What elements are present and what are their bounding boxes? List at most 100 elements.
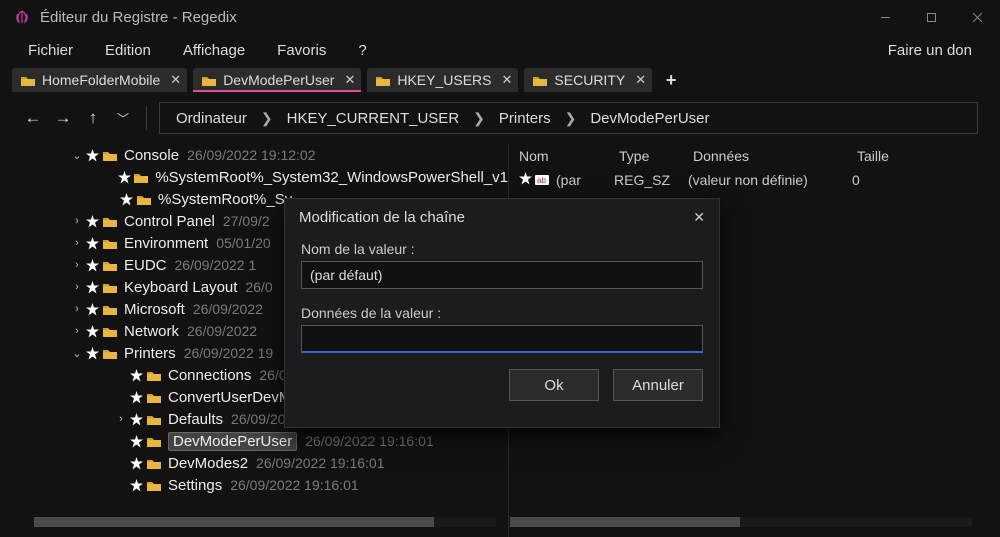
col-type[interactable]: Type <box>619 148 693 164</box>
folder-icon <box>102 281 118 294</box>
chevron-right-icon: ❯ <box>469 110 489 127</box>
tree-item[interactable]: %SystemRoot%_System32_WindowsPowerShell_… <box>12 166 508 188</box>
star-icon[interactable] <box>128 435 144 448</box>
values-hscrollbar[interactable] <box>510 517 972 527</box>
star-icon <box>519 172 532 188</box>
tab-hkey_users[interactable]: HKEY_USERS✕ <box>367 68 518 92</box>
tab-label: SECURITY <box>554 72 625 88</box>
expand-toggle-icon[interactable] <box>104 171 117 183</box>
dialog-close-button[interactable]: ✕ <box>693 209 705 226</box>
nav-forward-button[interactable]: → <box>52 108 74 128</box>
new-tab-button[interactable]: + <box>658 70 678 91</box>
star-icon[interactable] <box>128 413 144 426</box>
star-icon[interactable] <box>128 457 144 470</box>
tree-item[interactable]: Settings26/09/2022 19:16:01 <box>12 474 508 496</box>
nav-back-button[interactable]: ← <box>22 108 44 128</box>
expand-toggle-icon[interactable]: › <box>70 259 84 271</box>
expand-toggle-icon[interactable] <box>114 479 128 491</box>
expand-toggle-icon[interactable]: › <box>70 303 84 315</box>
dialog-title: Modification de la chaîne <box>299 209 465 226</box>
nav-history-button[interactable]: ﹀ <box>112 110 134 127</box>
maximize-button[interactable] <box>908 0 954 34</box>
expand-toggle-icon[interactable]: › <box>70 281 84 293</box>
menu-edit[interactable]: Edition <box>89 38 167 63</box>
tab-homefoldermobile[interactable]: HomeFolderMobile✕ <box>12 68 187 92</box>
star-icon[interactable] <box>84 281 100 294</box>
chevron-right-icon: ❯ <box>561 110 581 127</box>
breadcrumb-item[interactable]: HKEY_CURRENT_USER <box>283 108 464 129</box>
tree-item-label: %SystemRoot%_Sy <box>158 191 292 208</box>
folder-icon <box>146 435 162 448</box>
cancel-button[interactable]: Annuler <box>613 369 703 401</box>
folder-icon <box>146 391 162 404</box>
star-icon[interactable] <box>128 391 144 404</box>
star-icon[interactable] <box>84 259 100 272</box>
expand-toggle-icon[interactable]: › <box>70 325 84 337</box>
donate-link[interactable]: Faire un don <box>872 38 988 63</box>
star-icon[interactable] <box>84 347 100 360</box>
star-icon[interactable] <box>84 325 100 338</box>
menu-favorites[interactable]: Favoris <box>261 38 342 63</box>
star-icon[interactable] <box>118 193 134 206</box>
expand-toggle-icon[interactable]: › <box>114 413 128 425</box>
tree-item[interactable]: DevModePerUser26/09/2022 19:16:01 <box>12 430 508 452</box>
value-name-input[interactable] <box>301 261 703 289</box>
expand-toggle-icon[interactable] <box>114 369 128 381</box>
value-name: (par <box>556 172 614 188</box>
menu-view[interactable]: Affichage <box>167 38 261 63</box>
star-icon[interactable] <box>128 479 144 492</box>
expand-toggle-icon[interactable]: ⌄ <box>70 347 84 360</box>
folder-icon <box>102 215 118 228</box>
folder-icon <box>20 74 36 87</box>
star-icon[interactable] <box>117 171 132 184</box>
tree-hscrollbar[interactable] <box>34 517 496 527</box>
tree-item-label: %SystemRoot%_System32_WindowsPowerShell_… <box>155 169 508 186</box>
nav-up-button[interactable]: ↑ <box>82 108 104 128</box>
star-icon[interactable] <box>84 237 100 250</box>
tab-close-button[interactable]: ✕ <box>502 72 513 88</box>
tree-item-timestamp: 26/09/2022 19:16:01 <box>256 455 384 471</box>
star-icon[interactable] <box>84 303 100 316</box>
value-type: REG_SZ <box>614 172 688 188</box>
tree-item-timestamp: 26/09/2022 <box>187 323 257 339</box>
breadcrumb-bar[interactable]: Ordinateur ❯ HKEY_CURRENT_USER ❯ Printers ❯ De… <box>159 102 978 134</box>
col-size[interactable]: Taille <box>857 148 988 164</box>
expand-toggle-icon[interactable] <box>104 193 118 205</box>
breadcrumb-item[interactable]: Ordinateur <box>172 108 251 129</box>
minimize-button[interactable] <box>862 0 908 34</box>
folder-icon <box>146 457 162 470</box>
tree-item-timestamp: 26/0 <box>245 279 272 295</box>
expand-toggle-icon[interactable]: ⌄ <box>70 149 84 162</box>
tab-devmodeperuser[interactable]: DevModePerUser✕ <box>193 68 361 92</box>
expand-toggle-icon[interactable] <box>114 457 128 469</box>
col-data[interactable]: Données <box>693 148 857 164</box>
folder-icon <box>146 479 162 492</box>
tab-close-button[interactable]: ✕ <box>635 72 646 88</box>
expand-toggle-icon[interactable]: › <box>70 237 84 249</box>
value-row[interactable]: ab (par REG_SZ (valeur non définie) 0 <box>509 168 988 192</box>
tab-bar: HomeFolderMobile✕DevModePerUser✕HKEY_USE… <box>0 66 1000 94</box>
breadcrumb-item[interactable]: Printers <box>495 108 555 129</box>
expand-toggle-icon[interactable] <box>114 391 128 403</box>
star-icon[interactable] <box>84 215 100 228</box>
tree-item[interactable]: DevModes226/09/2022 19:16:01 <box>12 452 508 474</box>
tree-item-label: Keyboard Layout <box>124 279 237 296</box>
ok-button[interactable]: Ok <box>509 369 599 401</box>
menu-help[interactable]: ? <box>342 38 382 63</box>
chevron-right-icon: ❯ <box>257 110 277 127</box>
folder-icon <box>102 325 118 338</box>
tab-close-button[interactable]: ✕ <box>344 72 355 88</box>
tab-security[interactable]: SECURITY ✕ <box>524 68 652 92</box>
star-icon[interactable] <box>84 149 100 162</box>
tree-item[interactable]: ⌄Console26/09/2022 19:12:02 <box>12 144 508 166</box>
expand-toggle-icon[interactable]: › <box>70 215 84 227</box>
value-data: (valeur non définie) <box>688 172 852 188</box>
expand-toggle-icon[interactable] <box>114 435 128 447</box>
menu-file[interactable]: Fichier <box>12 38 89 63</box>
breadcrumb-item[interactable]: DevModePerUser <box>586 108 713 129</box>
value-data-input[interactable] <box>301 325 703 353</box>
star-icon[interactable] <box>128 369 144 382</box>
tab-close-button[interactable]: ✕ <box>170 72 181 88</box>
col-name[interactable]: Nom <box>509 148 619 164</box>
close-button[interactable] <box>954 0 1000 34</box>
